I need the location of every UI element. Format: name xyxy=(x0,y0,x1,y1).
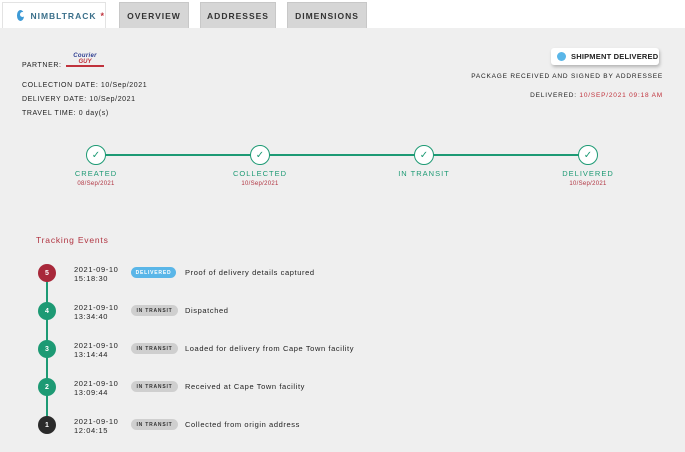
partner-label: PARTNER: xyxy=(22,62,62,69)
event-connector xyxy=(46,357,48,379)
event-status-pill: IN TRANSIT xyxy=(131,381,178,392)
collection-date-label: COLLECTION DATE: xyxy=(22,82,99,89)
shipment-status-badge: SHIPMENT DELIVERED xyxy=(551,48,659,65)
step-delivered-date: 10/Sep/2021 xyxy=(569,181,607,187)
step-collected-check-icon: ✓ xyxy=(250,145,270,165)
partner-logo: Courier GUY xyxy=(66,53,104,73)
event-date: 2021-09-10 xyxy=(74,379,119,388)
step-created-date: 08/Sep/2021 xyxy=(77,181,115,187)
tab-dimensions[interactable]: DIMENSIONS xyxy=(287,2,367,28)
event-status-pill: IN TRANSIT xyxy=(131,343,178,354)
event-status-pill: IN TRANSIT xyxy=(131,419,178,430)
event-time: 12:04:15 xyxy=(74,426,108,435)
step-delivered-check-icon: ✓ xyxy=(578,145,598,165)
travel-time-label: TRAVEL TIME: xyxy=(22,110,77,117)
unsaved-marker: * xyxy=(100,10,105,21)
event-time: 13:09:44 xyxy=(74,388,108,397)
tab-label: OVERVIEW xyxy=(127,10,181,21)
partner-logo-text-bottom: GUY xyxy=(66,59,104,67)
collection-date-value: 10/Sep/2021 xyxy=(100,82,148,89)
delivered-value: 10/SEP/2021 09:18 AM xyxy=(579,92,663,99)
step-delivered-label: DELIVERED xyxy=(562,169,614,178)
tab-bar: NIMBLTRACK * OVERVIEW ADDRESSES DIMENSIO… xyxy=(0,0,685,28)
step-created-label: CREATED xyxy=(74,169,118,178)
tab-label: DIMENSIONS xyxy=(295,10,359,21)
event-time: 15:18:30 xyxy=(74,274,108,283)
step-in-transit-label: IN TRANSIT xyxy=(398,169,450,178)
collection-date: COLLECTION DATE: 10/Sep/2021 xyxy=(22,82,147,89)
status-description: PACKAGE RECEIVED AND SIGNED BY ADDRESSEE xyxy=(471,73,663,80)
event-date: 2021-09-10 xyxy=(74,265,119,274)
step-in-transit-check-icon: ✓ xyxy=(414,145,434,165)
event-time: 13:14:44 xyxy=(74,350,108,359)
tab-addresses[interactable]: ADDRESSES xyxy=(200,2,276,28)
delivery-date: DELIVERY DATE: 10/Sep/2021 xyxy=(22,96,136,103)
location-pin-icon xyxy=(17,10,26,21)
event-number-badge: 4 xyxy=(38,302,56,320)
travel-time-value: 0 day(s) xyxy=(78,110,109,117)
travel-time: TRAVEL TIME: 0 day(s) xyxy=(22,110,109,117)
tab-label: ADDRESSES xyxy=(207,10,269,21)
event-number-badge: 5 xyxy=(38,264,56,282)
tracking-events-title: Tracking Events xyxy=(36,235,109,245)
event-number-badge: 2 xyxy=(38,378,56,396)
event-description: Proof of delivery details captured xyxy=(185,268,315,277)
step-collected-date: 10/Sep/2021 xyxy=(241,181,279,187)
event-description: Loaded for delivery from Cape Town facil… xyxy=(185,344,355,353)
event-description: Received at Cape Town facility xyxy=(185,382,305,391)
event-number-badge: 1 xyxy=(38,416,56,434)
delivery-date-value: 10/Sep/2021 xyxy=(89,96,136,103)
event-status-pill: IN TRANSIT xyxy=(131,305,178,316)
event-connector xyxy=(46,319,48,341)
event-date: 2021-09-10 xyxy=(74,303,119,312)
step-created-check-icon: ✓ xyxy=(86,145,106,165)
delivered-timestamp: DELIVERED: 10/SEP/2021 09:18 AM xyxy=(530,92,663,99)
delivered-label: DELIVERED: xyxy=(530,92,577,99)
event-status-pill: DELIVERED xyxy=(131,267,176,278)
event-number-badge: 3 xyxy=(38,340,56,358)
status-badge-label: SHIPMENT DELIVERED xyxy=(571,52,659,61)
event-description: Collected from origin address xyxy=(185,420,300,429)
event-connector xyxy=(46,395,48,417)
tab-label: NIMBLTRACK xyxy=(30,10,97,21)
event-description: Dispatched xyxy=(185,306,229,315)
tab-nimbltrack[interactable]: NIMBLTRACK * xyxy=(2,2,106,28)
event-date: 2021-09-10 xyxy=(74,341,119,350)
status-dot-icon xyxy=(557,52,566,61)
delivery-date-label: DELIVERY DATE: xyxy=(22,96,87,103)
event-date: 2021-09-10 xyxy=(74,417,119,426)
event-time: 13:34:40 xyxy=(74,312,108,321)
event-connector xyxy=(46,281,48,303)
step-collected-label: COLLECTED xyxy=(232,169,287,178)
tab-overview[interactable]: OVERVIEW xyxy=(119,2,189,28)
progress-track xyxy=(96,154,588,156)
